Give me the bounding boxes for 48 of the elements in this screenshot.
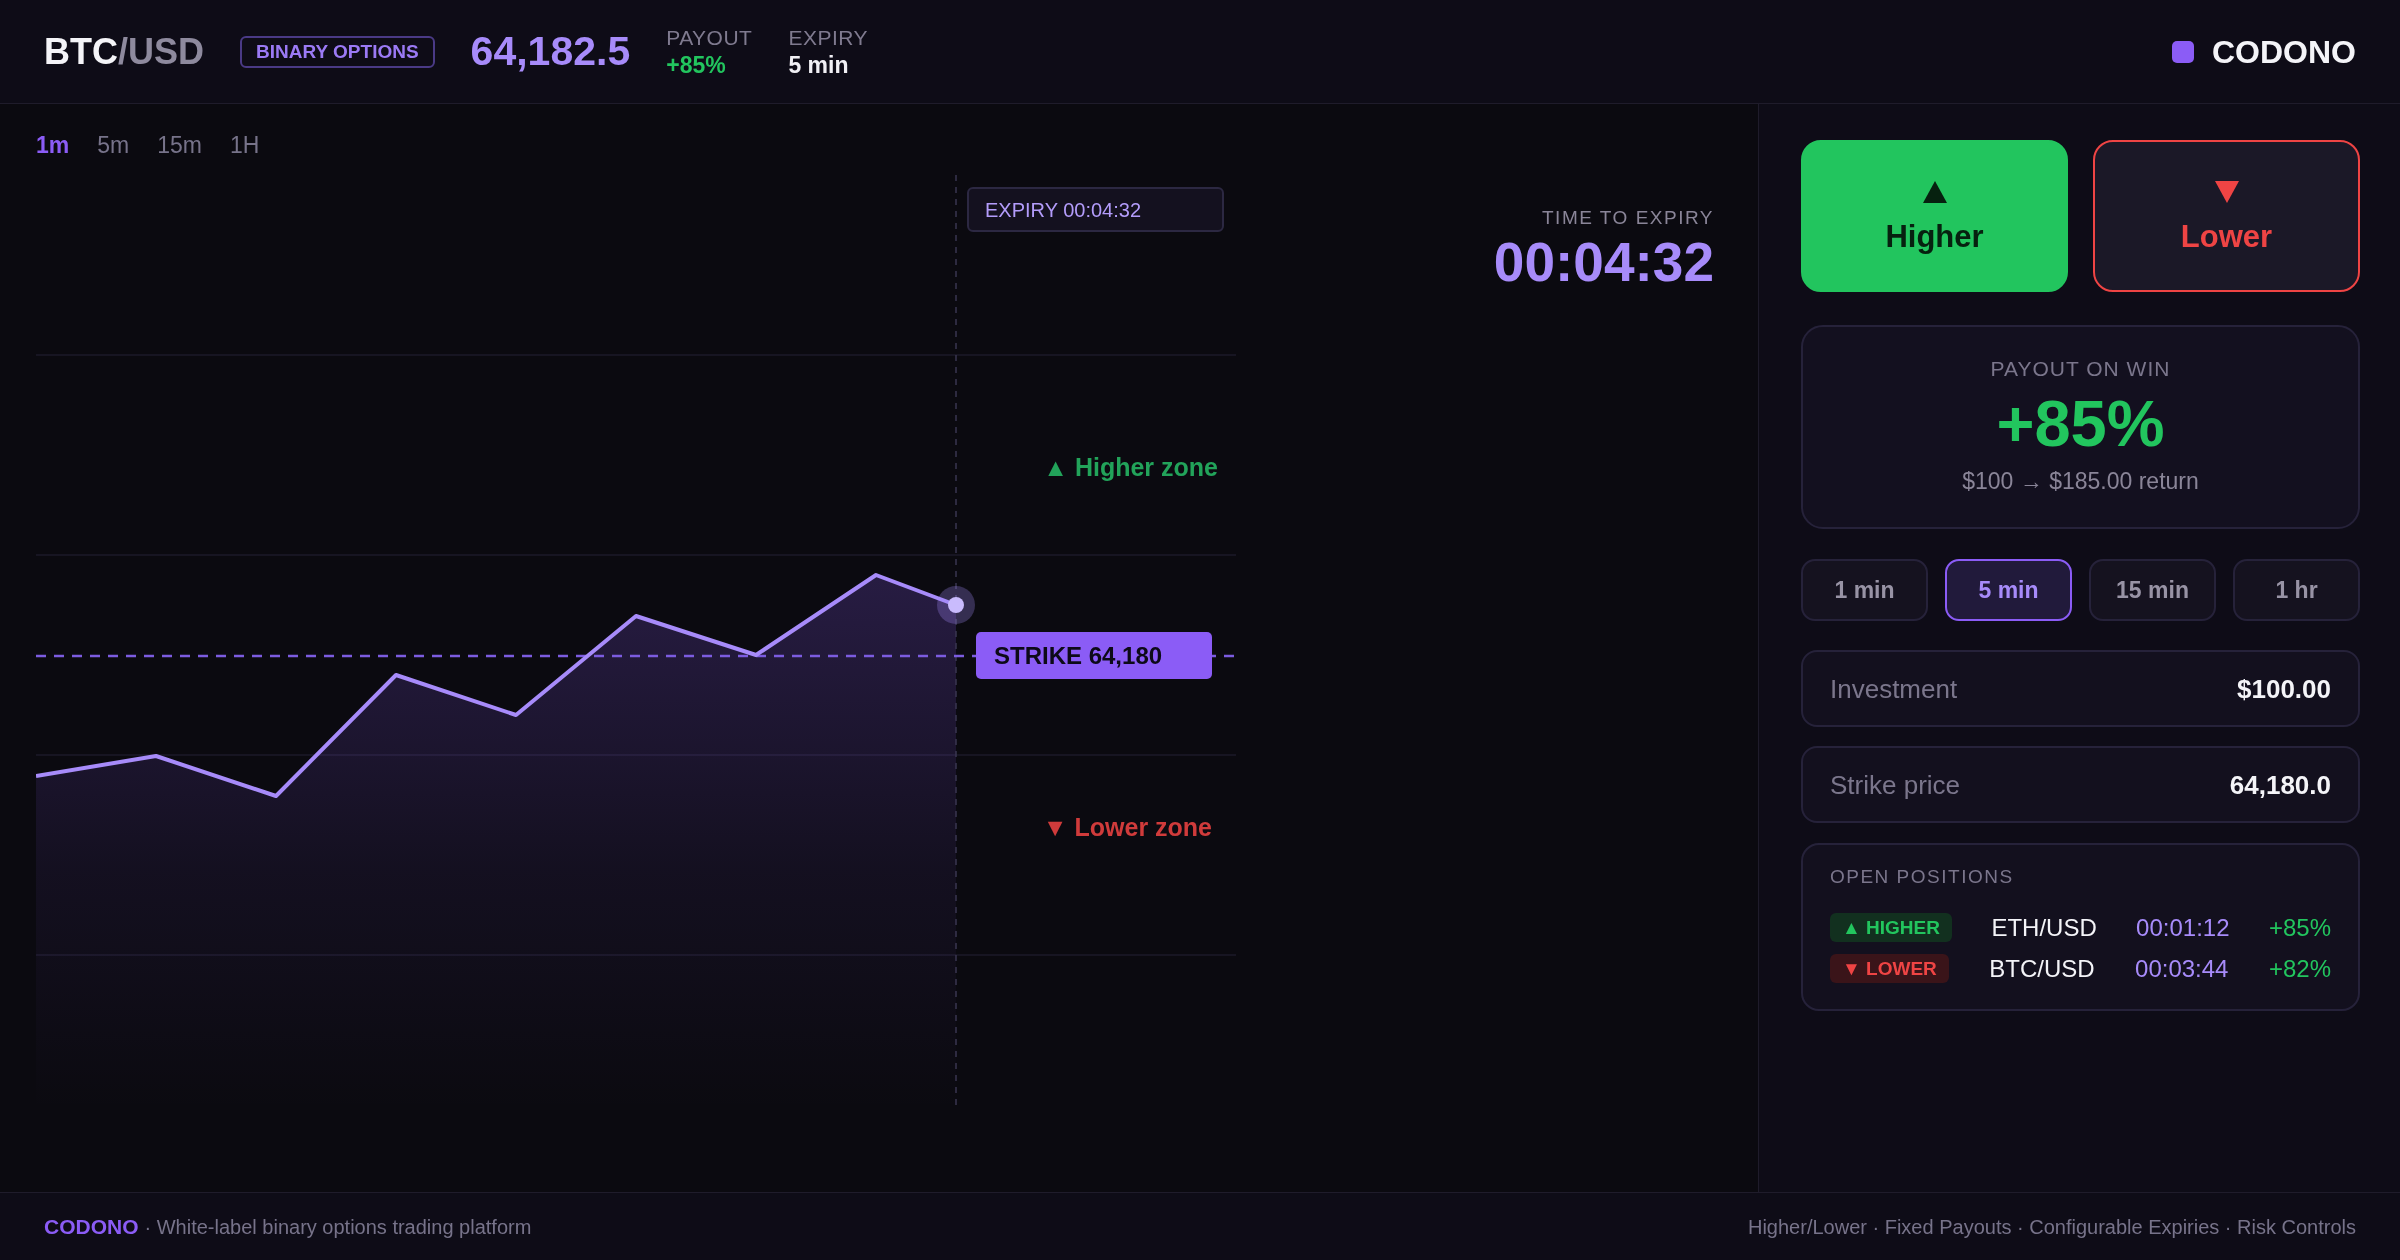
expiry-option-button[interactable]: 5 min bbox=[1945, 559, 2072, 621]
stat-label: EXPIRY bbox=[788, 26, 869, 48]
timeframe-tab[interactable]: 5m bbox=[97, 134, 130, 157]
input-field[interactable]: Investment $100.00 bbox=[1801, 650, 2360, 727]
payout-label: PAYOUT ON WIN bbox=[1990, 358, 2171, 379]
footer-brand: CODONO bbox=[44, 1216, 139, 1237]
strike-label: STRIKE 64,180 bbox=[976, 632, 1212, 679]
positions-title: OPEN POSITIONS bbox=[1830, 867, 2015, 886]
zone-label: ▲ Higher zone bbox=[1043, 452, 1218, 482]
payout-percent: +85% bbox=[2268, 915, 2331, 940]
countdown-value: 00:04:32 bbox=[1493, 235, 1714, 290]
timeframe-tab[interactable]: 15m bbox=[157, 134, 202, 157]
pair-text: ETH/USD bbox=[1991, 915, 2097, 940]
expiry-option-button[interactable]: 15 min bbox=[2089, 559, 2216, 621]
up-triangle-icon bbox=[1922, 180, 1947, 203]
field-label: Strike price bbox=[1830, 771, 1961, 798]
mode-badge: BINARY OPTIONS bbox=[240, 35, 435, 68]
brand-name: CODONO bbox=[2212, 35, 2356, 68]
payout-percent: +82% bbox=[2268, 956, 2331, 981]
payout-value: +85% bbox=[1996, 391, 2165, 456]
expiry-marker: EXPIRY 00:04:32 bbox=[967, 187, 1224, 232]
timeframe-tab[interactable]: 1H bbox=[229, 134, 260, 157]
timeframe-tab[interactable]: 1m bbox=[36, 134, 70, 157]
direction-tag: ▼ LOWER bbox=[1830, 954, 1949, 983]
direction-tag: ▲ HIGHER bbox=[1830, 913, 1952, 942]
stat-value: 5 min bbox=[788, 53, 850, 77]
input-field[interactable]: Strike price 64,180.0 bbox=[1801, 746, 2360, 823]
time-remaining: 00:03:44 bbox=[2135, 956, 2229, 981]
field-label: Investment bbox=[1830, 675, 1958, 702]
down-triangle-icon bbox=[2214, 180, 2239, 203]
expiry-option-button[interactable]: 1 min bbox=[1801, 559, 1928, 621]
direction-button[interactable]: Higher bbox=[1801, 140, 2068, 292]
field-value: $100.00 bbox=[2237, 675, 2331, 702]
stat-label: PAYOUT bbox=[666, 26, 753, 48]
pair-text: BTC/USD bbox=[1989, 956, 2095, 981]
zone-label: ▼ Lower zone bbox=[1042, 812, 1212, 842]
field-value: 64,180.0 bbox=[2229, 771, 2331, 798]
expiry-option-button[interactable]: 1 hr bbox=[2233, 559, 2360, 621]
stat-value: +85% bbox=[666, 53, 727, 77]
direction-button[interactable]: Lower bbox=[2093, 140, 2360, 292]
time-remaining: 00:01:12 bbox=[2136, 915, 2230, 940]
countdown-label: TIME TO EXPIRY bbox=[1542, 208, 1714, 227]
return-text: $100 → $185.00 return bbox=[1962, 470, 2199, 493]
pair-title: BTC/USD bbox=[44, 33, 204, 70]
logo-square-icon bbox=[2172, 40, 2194, 63]
footer-tagline: · White-label binary options trading platform bbox=[144, 1216, 532, 1237]
footer-features: Higher/Lower · Fixed Payouts · Configurable Expiries · Risk Controls bbox=[1748, 1216, 2356, 1237]
current-price: 64,182.5 bbox=[470, 31, 631, 72]
